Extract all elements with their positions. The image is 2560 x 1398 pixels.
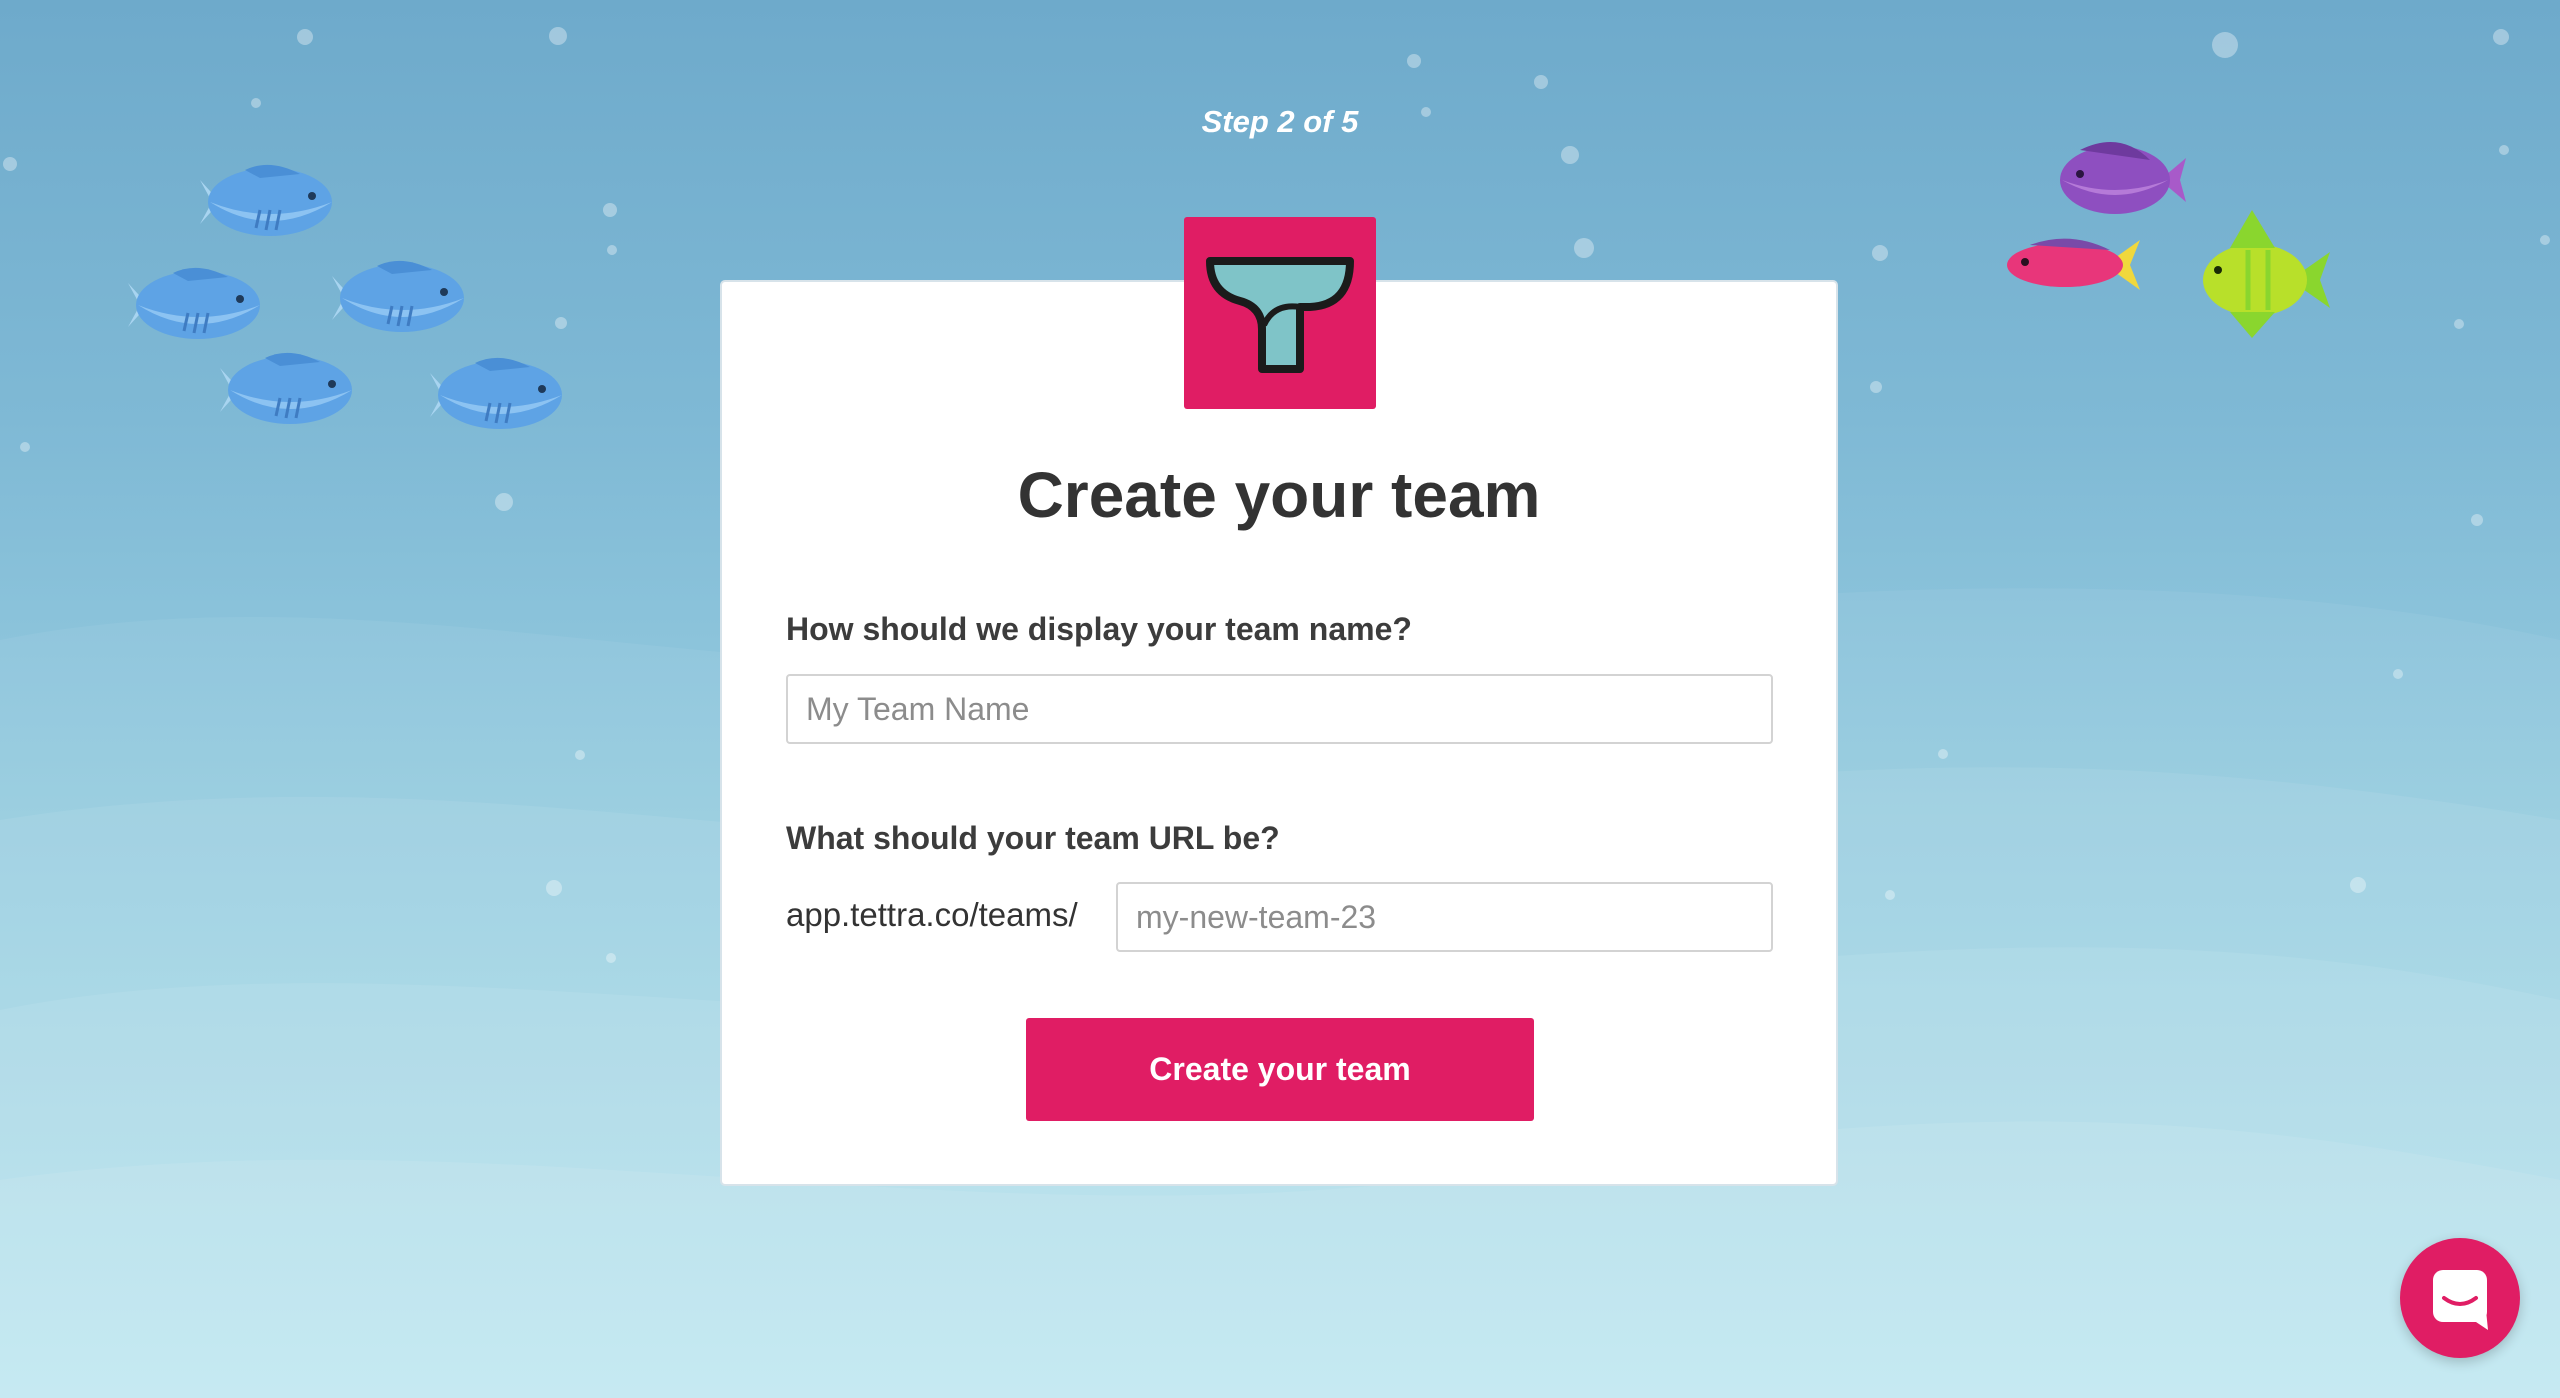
page: Step 2 of 5 Create your team How should …	[0, 0, 2560, 1398]
team-url-input[interactable]	[1116, 882, 1773, 952]
team-name-input[interactable]	[786, 674, 1773, 744]
team-name-label: How should we display your team name?	[786, 611, 1412, 647]
chat-bubble-icon	[2433, 1270, 2488, 1330]
create-team-button[interactable]: Create your team	[1026, 1018, 1534, 1121]
team-url-prefix: app.tettra.co/teams/	[786, 896, 1078, 933]
step-indicator: Step 2 of 5	[1201, 104, 1359, 139]
chat-launcher-button[interactable]	[2400, 1238, 2520, 1358]
team-url-label: What should your team URL be?	[786, 820, 1280, 856]
colorful-fish-group	[2007, 142, 2330, 338]
blue-fish-school	[126, 163, 564, 431]
tettra-logo-icon	[1184, 217, 1376, 409]
page-title: Create your team	[1017, 459, 1541, 531]
